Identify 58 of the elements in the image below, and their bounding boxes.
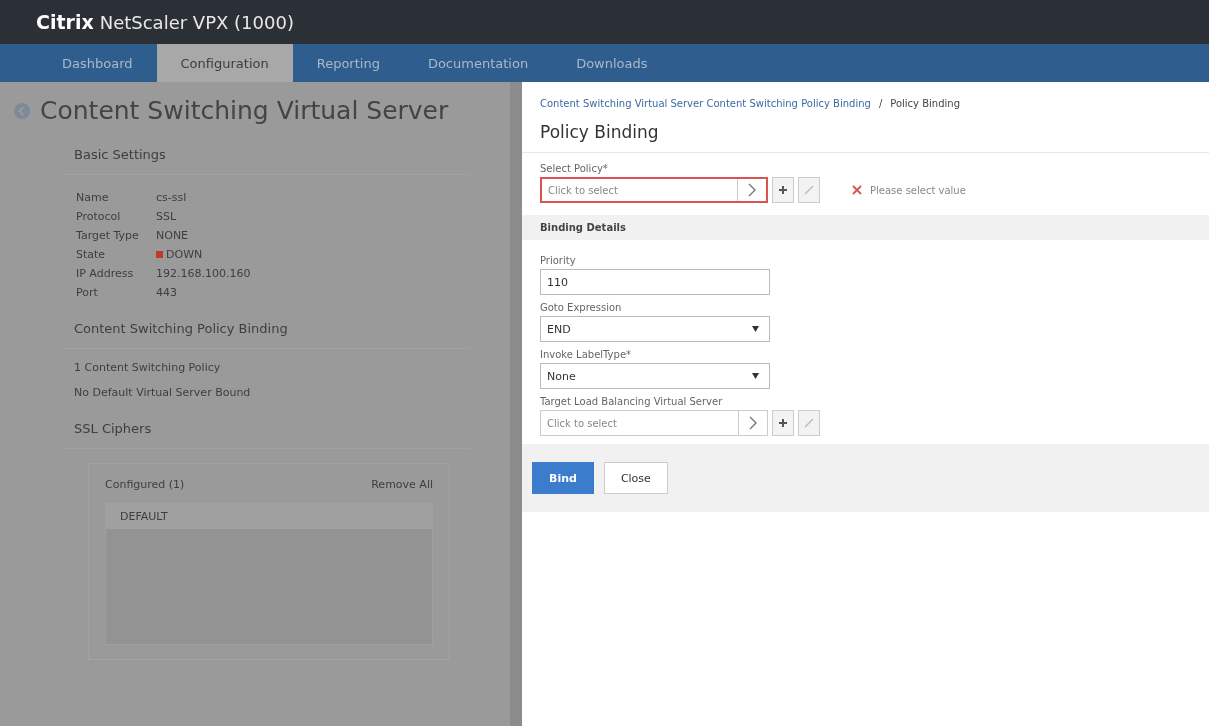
brand-logo: Citrix	[36, 11, 94, 33]
field-value: DOWN	[166, 248, 203, 261]
field-label: Goto Expression	[540, 302, 623, 313]
binding-link[interactable]: No Default Virtual Server Bound	[64, 374, 470, 399]
cipher-item[interactable]: DEFAULT	[106, 504, 432, 529]
field-value: 443	[156, 286, 177, 299]
add-button[interactable]	[772, 410, 794, 436]
field-label: Priority	[540, 255, 577, 266]
remove-all-link[interactable]: Remove All	[371, 478, 433, 491]
field-value: SSL	[156, 210, 177, 223]
page-title: Content Switching Virtual Server	[40, 96, 449, 125]
nav-tab[interactable]: Reporting	[292, 44, 404, 82]
breadcrumb-separator: /	[878, 98, 883, 109]
dropdown[interactable]: None	[540, 363, 770, 389]
bind-button[interactable]: Bind	[532, 462, 594, 494]
breadcrumb-current: Policy Binding	[890, 98, 960, 109]
error-icon	[852, 185, 862, 195]
field-label: IP Address	[76, 267, 135, 280]
nav-tab[interactable]: Downloads	[552, 44, 672, 82]
field-label: Invoke LabelType*	[540, 349, 633, 360]
section-heading: Content Switching Policy Binding	[64, 317, 470, 349]
nav-tab[interactable]: Dashboard	[38, 44, 157, 82]
field-label: Target Load Balancing Virtual Server	[540, 396, 724, 407]
chevron-right-icon	[748, 416, 758, 430]
back-icon	[14, 102, 30, 119]
section-heading: Binding Details	[522, 215, 1209, 240]
chevron-right-icon	[747, 183, 757, 197]
nav-tab[interactable]: Documentation	[403, 44, 553, 82]
close-button[interactable]: Close	[603, 462, 668, 494]
add-button[interactable]	[772, 177, 794, 203]
field-label: Name	[76, 191, 110, 204]
dropdown[interactable]: END	[540, 316, 770, 342]
select-field[interactable]: Click to select	[540, 177, 768, 203]
field-label: Target Type	[76, 229, 140, 242]
breadcrumb-link[interactable]: Content Switching Virtual Server Content Switching Policy Binding	[540, 98, 871, 109]
caret-icon	[752, 326, 759, 332]
field-label: Select Policy*	[540, 163, 609, 174]
nav-tab[interactable]: Configuration	[156, 44, 293, 82]
section-heading: Basic Settings	[64, 143, 470, 175]
plus-icon	[778, 418, 788, 428]
field-value: cs-ssl	[156, 191, 187, 204]
field-label: Protocol	[76, 210, 122, 223]
plus-icon	[778, 185, 788, 195]
field-label: State	[76, 248, 107, 261]
configured-label: Configured (1)	[105, 478, 185, 491]
field-label: Port	[76, 286, 99, 299]
pencil-icon	[803, 417, 815, 429]
field-value: 192.168.100.160	[156, 267, 251, 280]
product-name: NetScaler VPX (1000)	[99, 11, 294, 33]
select-field[interactable]: Click to select	[540, 410, 768, 436]
caret-icon	[752, 373, 759, 379]
pencil-icon	[803, 184, 815, 196]
error-message: Please select value	[870, 184, 966, 196]
section-heading: SSL Ciphers	[64, 417, 470, 449]
field-value: NONE	[156, 229, 189, 242]
binding-link[interactable]: 1 Content Switching Policy	[64, 349, 470, 374]
priority-field[interactable]: 110	[540, 269, 770, 295]
dialog-title: Policy Binding	[539, 121, 660, 144]
